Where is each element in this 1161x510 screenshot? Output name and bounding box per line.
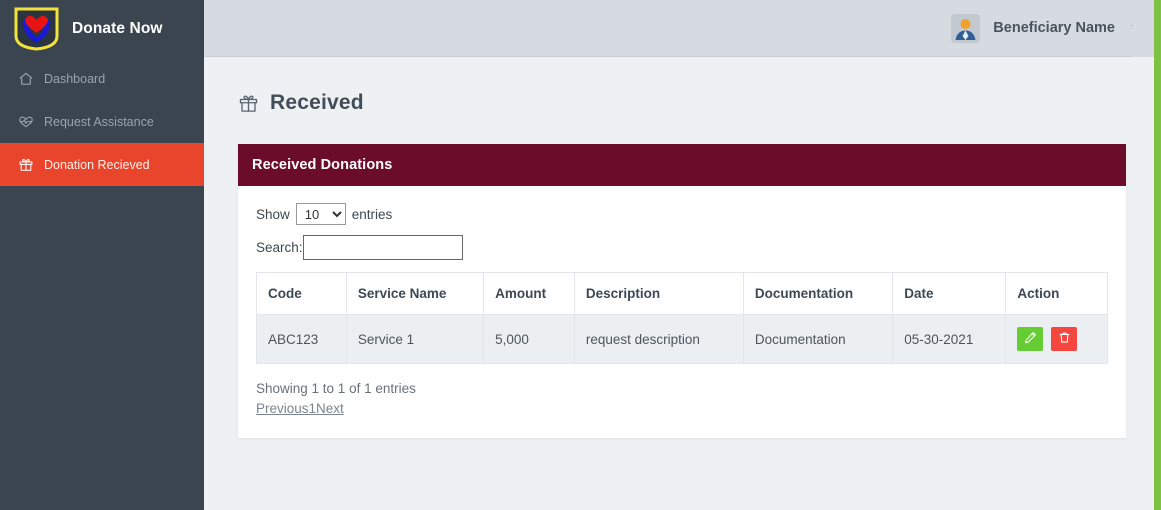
content-area: Received Received Donations Show 10 25 5… [204,57,1161,510]
cell-service-name: Service 1 [345,314,485,364]
received-donations-card: Received Donations Show 10 25 50 100 [238,144,1126,438]
topbar: Beneficiary Name [204,0,1161,57]
card-body: Show 10 25 50 100 entries Search: [238,186,1126,438]
cell-date: 05-30-2021 [892,314,1007,364]
column-header-code[interactable]: Code [256,272,347,315]
datatable-search-control: Search: [256,233,1108,261]
cell-action [1005,314,1108,364]
column-header-action[interactable]: Action [1005,272,1108,315]
trash-delete-icon [1058,331,1071,347]
user-name-label: Beneficiary Name [993,20,1115,36]
brand[interactable]: Donate Now [0,0,204,57]
search-label: Search: [256,239,303,255]
pagination-next[interactable]: Next [316,401,344,416]
pagination-page-1[interactable]: 1 [309,401,317,416]
card-header: Received Donations [238,144,1126,186]
sidebar-item-request-assistance[interactable]: Request Assistance [0,100,204,143]
cell-code: ABC123 [256,314,347,364]
sidebar-item-donation-recieved[interactable]: Donation Recieved [0,143,204,186]
column-header-service-name[interactable]: Service Name [345,272,485,315]
page-title-text: Received [270,91,364,114]
cell-description: request description [573,314,744,364]
table-header-row: Code Service Name Amount Description Doc… [256,272,1108,315]
gift-icon [238,93,259,114]
column-header-amount[interactable]: Amount [483,272,575,315]
show-label: Show [256,206,290,222]
table-head: Code Service Name Amount Description Doc… [256,272,1108,315]
pagination-previous[interactable]: Previous [256,401,309,416]
sidebar-item-label: Donation Recieved [44,157,150,172]
card-header-title: Received Donations [252,157,393,173]
table-body: ABC123 Service 1 5,000 request descripti… [256,314,1108,364]
sidebar-item-label: Dashboard [44,71,106,86]
search-input[interactable] [302,234,463,260]
column-header-description[interactable]: Description [573,272,744,315]
page-title: Received [238,83,1126,123]
entries-label: entries [351,206,393,222]
sidebar-item-dashboard[interactable]: Dashboard [0,57,204,100]
user-avatar-icon [951,13,981,43]
sidebar: Donate Now Dashboard Request Assistance … [0,0,204,510]
brand-name: Donate Now [72,19,163,37]
sidebar-item-label: Request Assistance [44,114,154,129]
edit-button[interactable] [1017,327,1044,351]
datatable-pagination: Previous1Next [256,401,1108,416]
main-area: Beneficiary Name Received Received Donat… [204,0,1161,510]
column-header-documentation[interactable]: Documentation [742,272,894,315]
cell-documentation: Documentation [742,314,894,364]
gift-icon [17,156,35,174]
datatable-controls: Show 10 25 50 100 entries Search: [256,201,1108,261]
delete-button[interactable] [1051,327,1078,351]
entries-per-page-select[interactable]: 10 25 50 100 [295,203,346,225]
cell-amount: 5,000 [483,314,575,364]
charity-hands-heart-shield-logo-icon [13,6,60,51]
heartbeat-icon [17,113,35,131]
user-menu[interactable]: Beneficiary Name [951,13,1141,43]
column-header-date[interactable]: Date [892,272,1007,315]
home-icon [17,70,35,88]
app-root: Donate Now Dashboard Request Assistance … [0,0,1161,510]
right-accent-strip[interactable] [1154,0,1161,510]
topbar-right-pad [1132,0,1154,57]
table-row: ABC123 Service 1 5,000 request descripti… [256,314,1108,364]
received-donations-table: Code Service Name Amount Description Doc… [256,272,1108,364]
datatable-info: Showing 1 to 1 of 1 entries [256,381,416,396]
pencil-edit-icon [1024,331,1037,347]
sidebar-nav: Dashboard Request Assistance Donation Re… [0,57,204,186]
datatable-length-control: Show 10 25 50 100 entries [256,201,1108,227]
